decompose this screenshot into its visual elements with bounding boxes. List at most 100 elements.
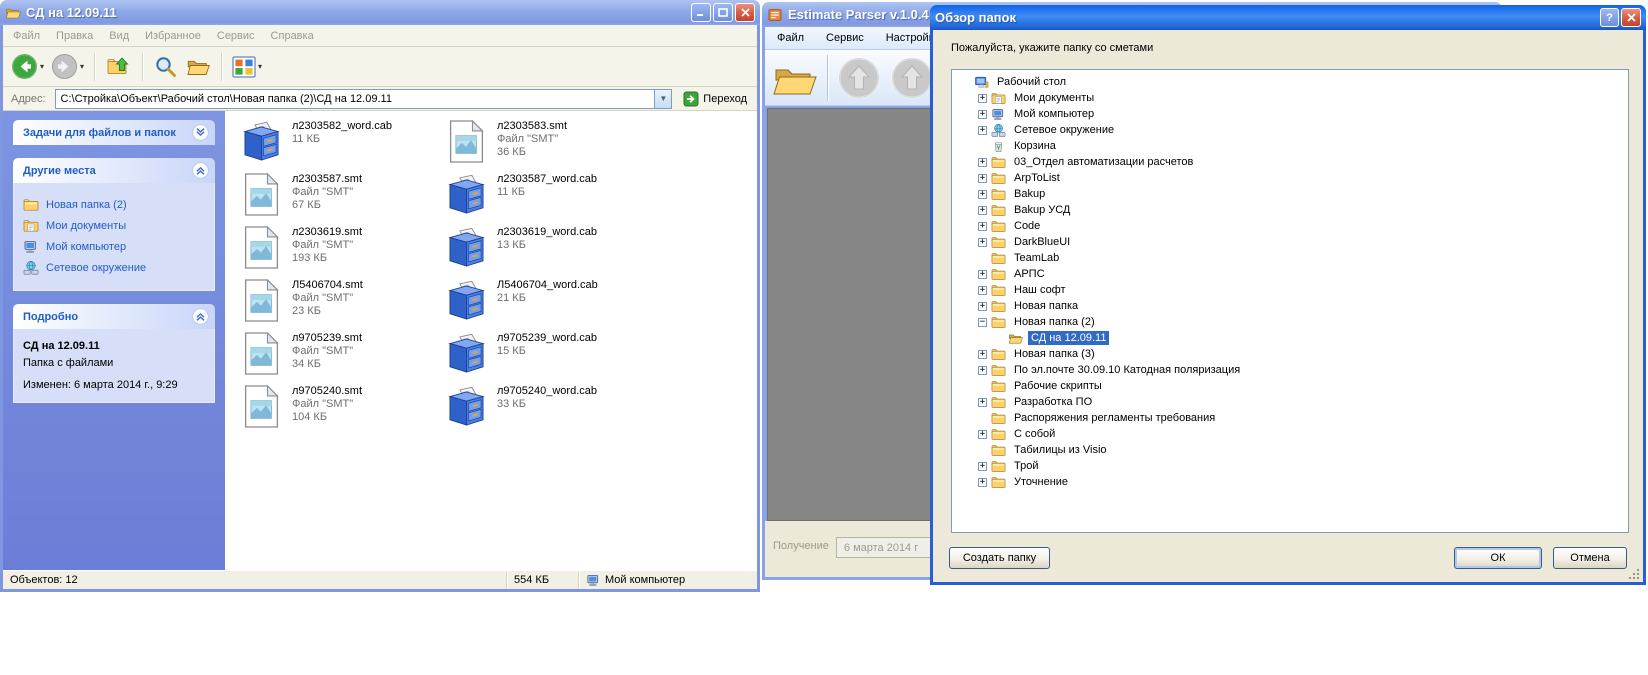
tree-item[interactable]: Рабочий стол [959,74,1626,90]
tree-item-label[interactable]: Рабочий стол [994,75,1069,89]
tree-item-label[interactable]: Code [1011,219,1043,233]
chevron-up-icon[interactable] [192,308,209,325]
panel-header-details[interactable]: Подробно [13,304,215,329]
tree-item-label[interactable]: Новая папка [1011,299,1081,313]
minimize-button[interactable] [691,3,711,22]
close-icon[interactable] [1621,8,1641,27]
tree-item[interactable]: + ArpToList [959,170,1626,186]
expand-plus-icon[interactable]: + [978,126,987,135]
expand-plus-icon[interactable]: + [978,478,987,487]
menu-item[interactable]: Файл [777,32,804,44]
tree-item-label[interactable]: С собой [1011,427,1058,441]
tree-item[interactable]: + Трой [959,458,1626,474]
tree-item[interactable]: +Мой компьютер [959,106,1626,122]
create-folder-button[interactable]: Создать папку [949,547,1050,569]
tree-item-label[interactable]: Рабочие скрипты [1011,379,1105,393]
chevron-down-icon[interactable]: ▼ [654,90,671,108]
tree-item[interactable]: +03_Отдел автоматизации расчетов [959,154,1626,170]
expand-plus-icon[interactable]: + [978,350,987,359]
tree-item-label[interactable]: Трой [1011,459,1041,473]
tree-item[interactable]: TeamLab [959,250,1626,266]
cancel-button[interactable]: Отмена [1553,547,1627,569]
expand-plus-icon[interactable]: + [978,286,987,295]
tree-item[interactable]: + Новая папка (3) [959,346,1626,362]
file-tile[interactable]: л2303587.smt Файл "SMT" 67 КБ [239,172,444,225]
tree-item[interactable]: + DarkBlueUI [959,234,1626,250]
panel-header-file-tasks[interactable]: Задачи для файлов и папок [13,120,215,145]
tree-item[interactable]: −Новая папка (2) [959,314,1626,330]
tree-item-label[interactable]: Уточнение [1011,475,1071,489]
menu-item[interactable]: Избранное [145,30,201,42]
tree-item[interactable]: + Разработка ПО [959,394,1626,410]
tree-item-label[interactable]: Сетевое окружение [1011,123,1117,137]
expand-plus-icon[interactable]: + [978,462,987,471]
expand-plus-icon[interactable]: + [978,222,987,231]
tree-item[interactable]: СД на 12.09.11 [959,330,1626,346]
menu-item[interactable]: Сервис [217,30,255,42]
go-button[interactable]: Переход [677,91,753,107]
help-icon[interactable]: ? [1600,8,1619,27]
back-button[interactable]: ▾ [11,53,44,80]
expand-plus-icon[interactable]: + [978,110,987,119]
chevron-up-icon[interactable] [192,162,209,179]
resize-grip[interactable] [1637,577,1639,579]
file-tile[interactable]: Л5406704.smt Файл "SMT" 23 КБ [239,278,444,331]
folders-button[interactable] [185,55,211,79]
expand-plus-icon[interactable]: + [978,302,987,311]
tree-item[interactable]: + Сетевое окружение [959,122,1626,138]
tree-item[interactable]: +Bakup УСД [959,202,1626,218]
menu-item[interactable]: Справка [271,30,314,42]
expand-plus-icon[interactable]: + [978,158,987,167]
tree-item-label[interactable]: Новая папка (3) [1011,347,1098,361]
file-tile[interactable]: л9705240_word.cab 33 КБ [444,384,649,437]
chevron-down-icon[interactable] [192,124,209,141]
expand-plus-icon[interactable]: + [978,174,987,183]
expand-plus-icon[interactable]: + [978,270,987,279]
expand-plus-icon[interactable]: + [978,190,987,199]
file-tile[interactable]: л2303583.smt Файл "SMT" 36 КБ [444,119,649,172]
file-tile[interactable]: л9705240.smt Файл "SMT" 104 КБ [239,384,444,437]
views-button[interactable]: ▾ [232,56,262,78]
file-tile[interactable]: л9705239_word.cab 15 КБ [444,331,649,384]
menu-item[interactable]: Вид [109,30,129,42]
file-tile[interactable]: л2303582_word.cab 11 КБ [239,119,444,172]
tree-item-label[interactable]: ArpToList [1011,171,1063,185]
tree-item[interactable]: + С собой [959,426,1626,442]
tree-item-label[interactable]: Bakup УСД [1011,203,1073,217]
tree-item[interactable]: Распоряжения регламенты требования [959,410,1626,426]
sidebar-link[interactable]: Мои документы [23,218,205,234]
menu-item[interactable]: Сервис [826,32,864,44]
tree-item-label[interactable]: DarkBlueUI [1011,235,1073,249]
tree-item[interactable]: +Наш софт [959,282,1626,298]
sidebar-link[interactable]: Новая папка (2) [23,197,205,213]
tree-item-label[interactable]: 03_Отдел автоматизации расчетов [1011,155,1196,169]
up-button[interactable] [105,53,132,80]
tree-item-label[interactable]: Разработка ПО [1011,395,1095,409]
tree-item[interactable]: + Уточнение [959,474,1626,490]
tree-item-label[interactable]: Bakup [1011,187,1048,201]
tree-item-label[interactable]: АРПС [1011,267,1048,281]
file-tile[interactable]: л2303619.smt Файл "SMT" 193 КБ [239,225,444,278]
file-tile[interactable]: л9705239.smt Файл "SMT" 34 КБ [239,331,444,384]
collapse-minus-icon[interactable]: − [978,318,987,327]
close-icon[interactable] [735,3,755,22]
tree-item[interactable]: + Новая папка [959,298,1626,314]
tree-item[interactable]: +Мои документы [959,90,1626,106]
expand-plus-icon[interactable]: + [978,430,987,439]
tree-item[interactable]: Корзина [959,138,1626,154]
search-button[interactable] [153,54,178,79]
open-folder-button[interactable] [772,57,818,99]
expand-plus-icon[interactable]: + [978,398,987,407]
menu-item[interactable]: Файл [13,30,40,42]
menu-item[interactable]: Правка [56,30,93,42]
expand-plus-icon[interactable]: + [978,238,987,247]
address-combobox[interactable]: C:\Стройка\Объект\Рабочий стол\Новая пап… [55,89,673,109]
ok-button[interactable]: ОК [1454,547,1542,569]
tree-item[interactable]: Табилицы из Visio [959,442,1626,458]
file-tile[interactable]: л2303587_word.cab 11 КБ [444,172,649,225]
sidebar-link[interactable]: Мой компьютер [23,239,205,255]
tree-item-label[interactable]: Табилицы из Visio [1011,443,1110,457]
tree-item[interactable]: + Bakup [959,186,1626,202]
tree-item-label[interactable]: По эл.почте 30.09.10 Катодная поляризаци… [1011,363,1243,377]
expand-plus-icon[interactable]: + [978,94,987,103]
